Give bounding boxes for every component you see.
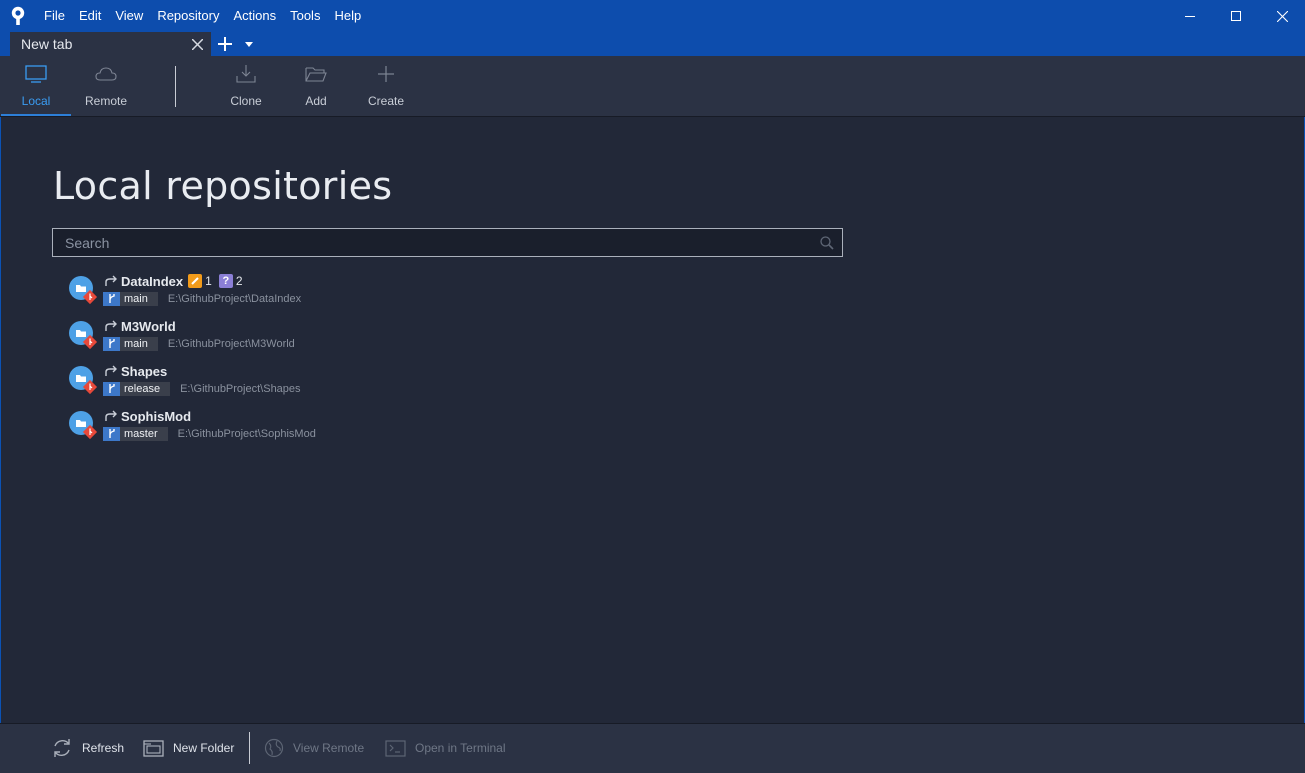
page-title: Local repositories (53, 164, 393, 208)
shared-arrow-icon (105, 410, 117, 421)
folder-open-icon (305, 56, 327, 92)
tab-list-dropdown-icon[interactable] (239, 32, 259, 56)
plus-icon (377, 56, 395, 92)
clone-label: Clone (230, 94, 262, 108)
view-remote-button[interactable]: View Remote (264, 724, 364, 772)
repository-path: E:\GithubProject\Shapes (180, 382, 301, 395)
menu-actions[interactable]: Actions (226, 0, 283, 32)
toolbar-divider (175, 66, 176, 107)
local-label: Local (21, 94, 51, 108)
open-in-terminal-button[interactable]: Open in Terminal (385, 724, 506, 772)
create-button[interactable]: Create (351, 56, 421, 116)
remote-tab-button[interactable]: Remote (71, 56, 141, 116)
repository-item[interactable]: Shapes release E:\GithubProject\Shapes (66, 360, 466, 405)
branch-badge: main (103, 291, 158, 306)
globe-icon (264, 738, 284, 758)
pencil-icon (188, 274, 203, 288)
branch-icon (103, 291, 120, 306)
modified-count: 1 (205, 274, 212, 288)
repository-path: E:\GithubProject\SophisMod (177, 427, 316, 440)
menu-repository[interactable]: Repository (150, 0, 226, 32)
bottom-toolbar: Refresh New Folder View Remote Open in T… (0, 723, 1305, 773)
sourcetree-logo-icon[interactable] (0, 0, 36, 32)
terminal-icon (385, 739, 406, 757)
branch-icon (103, 336, 120, 351)
repository-name: SophisMod (121, 408, 192, 424)
close-icon (1276, 10, 1288, 22)
branch-icon (103, 426, 120, 441)
monitor-icon (25, 56, 47, 92)
maximize-button[interactable] (1213, 0, 1259, 32)
minimize-icon (1185, 16, 1195, 17)
minimize-button[interactable] (1167, 0, 1213, 32)
repository-item[interactable]: DataIndex 1 ? 2 main E:\GithubProject\Da… (66, 270, 466, 315)
shared-arrow-icon (105, 320, 117, 331)
refresh-icon (54, 739, 70, 757)
branch-name: release (124, 382, 161, 395)
refresh-label: Refresh (82, 741, 125, 755)
menu-tools[interactable]: Tools (283, 0, 327, 32)
branch-badge: release (103, 381, 171, 396)
search-input[interactable] (53, 229, 812, 256)
branch-badge: master (103, 426, 168, 441)
repository-name: DataIndex (121, 273, 184, 289)
repository-item[interactable]: M3World main E:\GithubProject\M3World (66, 315, 466, 360)
repository-path: E:\GithubProject\M3World (167, 337, 295, 350)
remote-label: Remote (84, 94, 128, 108)
new-folder-icon (143, 740, 164, 757)
repository-list: DataIndex 1 ? 2 main E:\GithubProject\Da… (66, 270, 466, 450)
branch-badge: main (103, 336, 158, 351)
repository-name: Shapes (121, 363, 168, 379)
untracked-icon: ? (218, 274, 233, 288)
branch-name: master (124, 427, 158, 440)
maximize-icon (1231, 11, 1241, 21)
menu-view[interactable]: View (108, 0, 150, 32)
create-label: Create (367, 94, 405, 108)
download-icon (235, 56, 257, 92)
view-remote-label: View Remote (293, 741, 365, 755)
clone-button[interactable]: Clone (211, 56, 281, 116)
cloud-icon (95, 56, 117, 92)
add-tab-icon[interactable] (211, 32, 239, 56)
search-box (52, 228, 843, 257)
title-bar: File Edit View Repository Actions Tools … (0, 0, 1305, 32)
shared-arrow-icon (105, 275, 117, 286)
search-icon[interactable] (812, 230, 842, 255)
menu-help[interactable]: Help (327, 0, 368, 32)
repository-path: E:\GithubProject\DataIndex (167, 292, 302, 305)
git-repository-folder-icon (69, 321, 98, 350)
tab-label: New tab (21, 36, 73, 52)
git-repository-folder-icon (69, 366, 98, 395)
tab-strip: New tab (0, 32, 1305, 56)
bottom-divider (249, 732, 250, 764)
new-folder-label: New Folder (173, 741, 235, 755)
branch-name: main (124, 337, 148, 350)
refresh-button[interactable]: Refresh (51, 724, 124, 772)
menu-bar: File Edit View Repository Actions Tools … (37, 0, 368, 32)
branch-icon (103, 381, 120, 396)
repository-name: M3World (121, 318, 176, 334)
git-repository-folder-icon (69, 276, 98, 305)
tab-new-tab[interactable]: New tab (10, 32, 211, 56)
close-button[interactable] (1259, 0, 1305, 32)
menu-edit[interactable]: Edit (72, 0, 108, 32)
branch-name: main (124, 292, 148, 305)
tab-close-icon[interactable] (187, 34, 207, 54)
git-repository-folder-icon (69, 411, 98, 440)
local-tab-button[interactable]: Local (1, 56, 71, 116)
new-folder-button[interactable]: New Folder (143, 724, 234, 772)
toolbar: Local Remote Clone Add Create (0, 56, 1305, 117)
repository-item[interactable]: SophisMod master E:\GithubProject\Sophis… (66, 405, 466, 450)
add-button[interactable]: Add (281, 56, 351, 116)
open-in-terminal-label: Open in Terminal (415, 741, 506, 755)
window-controls (1167, 0, 1305, 32)
untracked-count: 2 (235, 274, 243, 288)
menu-file[interactable]: File (37, 0, 72, 32)
shared-arrow-icon (105, 365, 117, 376)
add-label: Add (305, 94, 327, 108)
